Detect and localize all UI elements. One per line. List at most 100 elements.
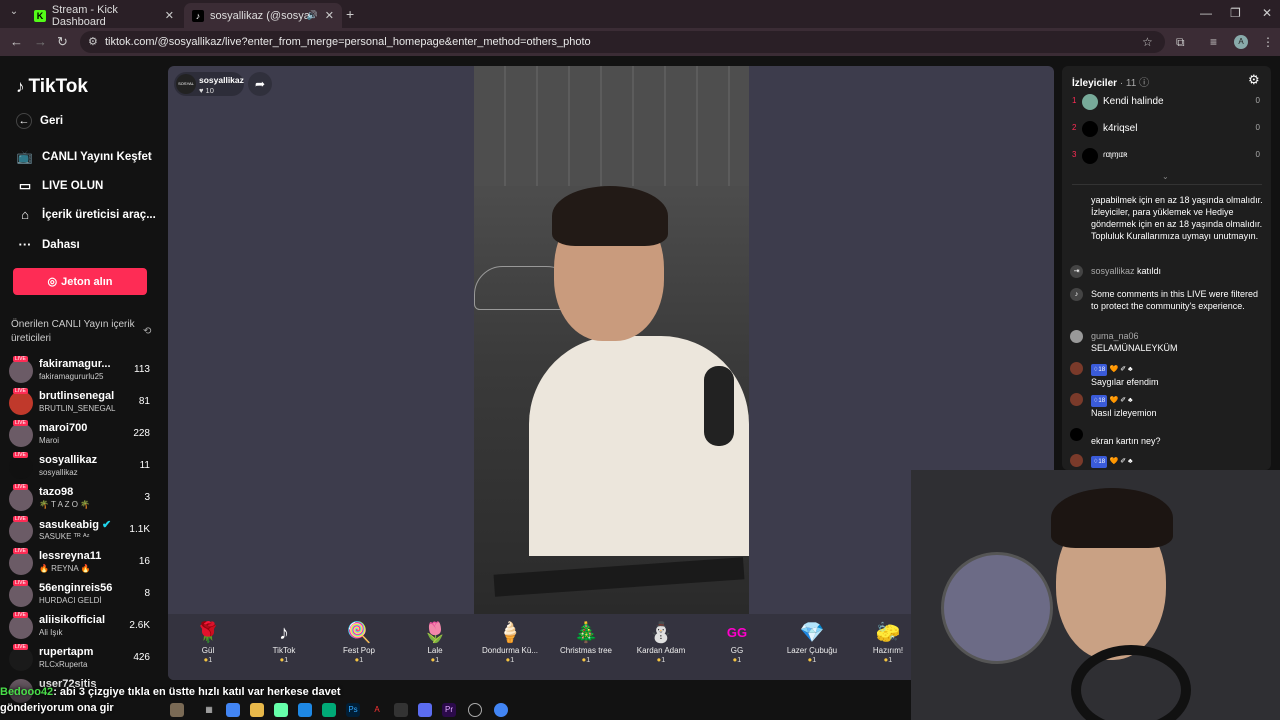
restore-icon[interactable]: ❐ <box>1230 6 1241 20</box>
app-icon[interactable] <box>418 703 432 717</box>
creator-sub: 🌴 T A Z O 🌴 <box>39 500 91 509</box>
viewers-title: İzleyiciler <box>1072 78 1118 89</box>
creator-item[interactable]: LIVE 56enginreis56 HURDACI GELDİ 8 <box>9 580 154 612</box>
host-info[interactable]: SOSYAL sosyallikaz ♥ 10 <box>174 72 244 96</box>
adobe-icon[interactable]: A <box>370 703 384 717</box>
chrome-icon[interactable] <box>494 703 508 717</box>
edge-icon[interactable] <box>322 703 336 717</box>
gift-item[interactable]: 💎 Lazer Çubuğu ●1 <box>774 620 850 664</box>
creator-item[interactable]: LIVE sasukeabig ✔ SASUKE ᵀᴿ ᴬᶻ 1.1K <box>9 516 154 548</box>
audio-icon[interactable]: 🔊 <box>307 10 318 21</box>
gift-price: ●1 <box>246 655 322 664</box>
task-view-icon[interactable]: ▦ <box>202 703 216 717</box>
nav-explore-live[interactable]: 📺 CANLI Yayını Keşfet <box>16 149 156 165</box>
top-viewer[interactable]: 3 ɾɑʅɱɩɪʀ 0 <box>1072 148 1262 166</box>
info-icon[interactable]: ⓘ <box>1139 78 1149 89</box>
viewer-name: Kendi halinde <box>1103 96 1164 107</box>
creator-item[interactable]: LIVE maroi700 Maroi 228 <box>9 420 154 452</box>
refresh-icon[interactable]: ⟲ <box>143 326 151 337</box>
message-body: guma_na06 SELAMÜNALEYKÜM <box>1091 330 1266 354</box>
live-badge: LIVE <box>13 452 28 458</box>
creator-item[interactable]: LIVE sosyallikaz sosyallikaz 11 <box>9 452 154 484</box>
viewers-header[interactable]: İzleyiciler · 11 ⓘ <box>1072 74 1149 89</box>
gift-price-value: 1 <box>888 655 893 664</box>
creator-item[interactable]: LIVE brutlinsenegal BRUTLIN_SENEGAL 81 <box>9 388 154 420</box>
chrome-icon[interactable] <box>226 703 240 717</box>
tab-title: sosyallikaz (@sosyallikaz) C <box>210 9 310 22</box>
tiktok-logo[interactable]: ♪ TikTok <box>16 76 88 98</box>
forward-arrow-icon[interactable]: → <box>34 34 47 49</box>
premiere-icon[interactable]: Pr <box>442 703 456 717</box>
gift-icon: 🎄 <box>573 622 599 644</box>
viewer-count: 16 <box>138 556 150 567</box>
close-window-icon[interactable]: ✕ <box>1262 6 1272 20</box>
gift-item[interactable]: ♪ TikTok ●1 <box>246 620 322 664</box>
cat-icon[interactable] <box>170 703 184 717</box>
gift-item[interactable]: 🎄 Christmas tree ●1 <box>548 620 624 664</box>
mail-icon[interactable] <box>298 703 312 717</box>
back-link[interactable]: ← Geri <box>16 113 156 129</box>
tab-tiktok-live[interactable]: ♪ sosyallikaz (@sosyallikaz) C 🔊 ✕ <box>184 3 342 28</box>
app-icon[interactable] <box>394 703 408 717</box>
creator-item[interactable]: LIVE fakiramagur... fakiramagururlu25 113 <box>9 356 154 388</box>
bookmark-star-icon[interactable]: ☆ <box>1142 35 1153 49</box>
viewers-count: · 11 <box>1119 78 1137 89</box>
extensions-icon[interactable]: ⧉ <box>1176 35 1185 50</box>
nav-label: Dahası <box>42 238 80 251</box>
message-text: katıldı <box>1137 266 1162 276</box>
close-tab-icon[interactable]: ✕ <box>325 9 334 22</box>
gift-item[interactable]: 🍭 Fest Pop ●1 <box>321 620 397 664</box>
tab-kick-dashboard[interactable]: K Stream - Kick Dashboard ✕ <box>26 3 182 28</box>
tab-search-icon[interactable]: ⌄ <box>6 6 22 22</box>
new-tab-button[interactable]: + <box>346 6 354 22</box>
media-control-icon[interactable]: ≡ <box>1210 35 1217 49</box>
nav-creator-tools[interactable]: ⌂ İçerik üreticisi araç... <box>16 207 156 222</box>
obs-icon[interactable] <box>468 703 482 717</box>
viewer-count: 8 <box>144 588 150 599</box>
gift-item[interactable]: 🌹 Gül ●1 <box>170 620 246 664</box>
viewer-count: 1.1K <box>129 524 150 535</box>
share-icon[interactable]: ➦ <box>248 72 272 96</box>
mic-arm <box>493 557 745 597</box>
creator-item[interactable]: LIVE aliisikofficial Ali Işık 2.6K <box>9 612 154 644</box>
taskbar: ▦ Ps A Pr <box>170 700 520 720</box>
close-tab-icon[interactable]: ✕ <box>165 9 174 22</box>
overlay-user: Bedooo42 <box>0 686 54 698</box>
live-video[interactable] <box>474 66 749 614</box>
back-arrow-icon[interactable]: ← <box>10 34 23 49</box>
reload-icon[interactable]: ↻ <box>57 34 68 50</box>
creator-sub: sosyallikaz <box>39 468 78 477</box>
chevron-down-icon[interactable]: ⌄ <box>1162 172 1169 181</box>
top-viewer[interactable]: 1 Kendi halinde 0 <box>1072 94 1262 112</box>
live-badge: LIVE <box>13 644 28 650</box>
gift-item[interactable]: 🌷 Lale ●1 <box>397 620 473 664</box>
creator-item[interactable]: LIVE rupertapm RLCxRuperta 426 <box>9 644 154 676</box>
nav-go-live[interactable]: ▭ LIVE OLUN <box>16 178 156 194</box>
profile-avatar[interactable]: A <box>1234 35 1248 49</box>
gift-item[interactable]: GG GG ●1 <box>699 620 775 664</box>
get-coins-button[interactable]: ◎ Jeton alın <box>13 268 147 295</box>
viewer-rank: 2 <box>1072 123 1077 132</box>
url-field[interactable]: ⚙ tiktok.com/@sosyallikaz/live?enter_fro… <box>80 31 1165 53</box>
settings-gear-icon[interactable]: ⚙ <box>1248 72 1260 88</box>
gift-item[interactable]: ⛄ Kardan Adam ●1 <box>623 620 699 664</box>
gift-icon: GG <box>726 625 748 640</box>
photoshop-icon[interactable]: Ps <box>346 703 360 717</box>
top-viewer[interactable]: 2 k4riqsel 0 <box>1072 121 1262 139</box>
viewer-count: 3 <box>144 492 150 503</box>
host-avatar: SOSYAL <box>176 74 196 94</box>
creator-item[interactable]: LIVE tazo98 🌴 T A Z O 🌴 3 <box>9 484 154 516</box>
message-body: sosyallikaz katıldı <box>1091 265 1266 277</box>
folder-icon[interactable] <box>250 703 264 717</box>
site-info-icon[interactable]: ⚙ <box>88 31 98 53</box>
app-icon[interactable] <box>274 703 288 717</box>
creator-item[interactable]: LIVE lessreyna11 🔥 REYNA 🔥 16 <box>9 548 154 580</box>
gift-icon: 🌷 <box>422 622 448 644</box>
gift-price-value: 1 <box>284 655 289 664</box>
nav-more[interactable]: ··· Dahası <box>16 237 156 252</box>
minimize-icon[interactable]: — <box>1200 6 1212 20</box>
gift-item[interactable]: 🍦 Dondurma Kü... ●1 <box>472 620 548 664</box>
fan-badge-icon: 🧡 ✐ ♣ <box>1109 397 1133 404</box>
host-likes: ♥ 10 <box>199 86 214 95</box>
browser-menu-icon[interactable]: ⋮ <box>1262 35 1274 49</box>
